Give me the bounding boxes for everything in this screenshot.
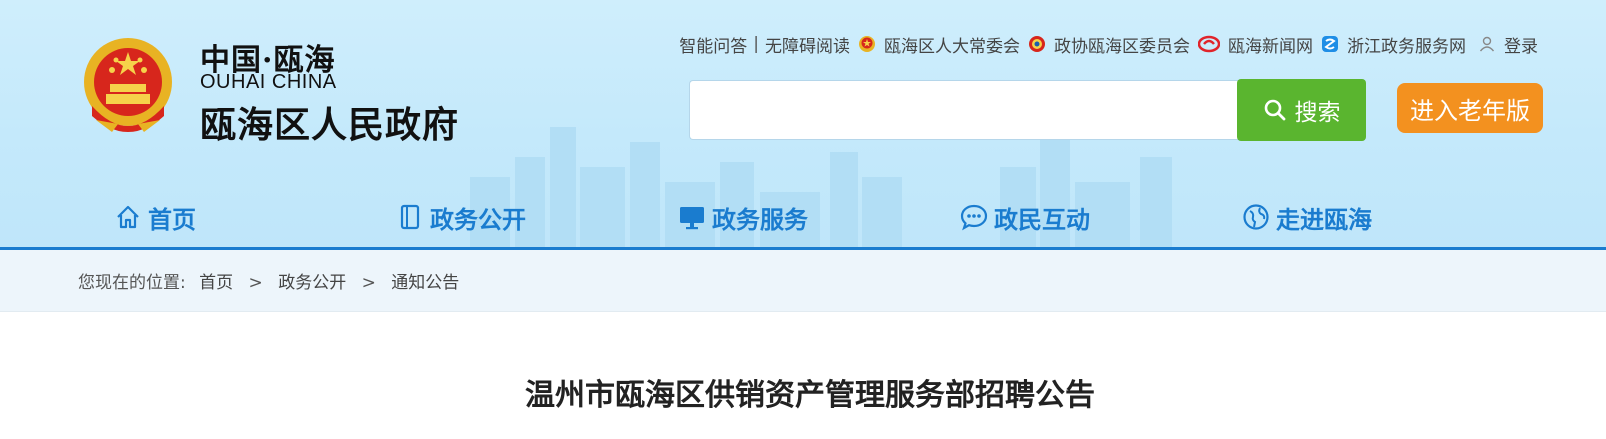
nav-home-label: 首页 xyxy=(148,205,196,234)
search-icon xyxy=(1264,99,1285,121)
search-button[interactable]: 搜索 xyxy=(1237,79,1366,141)
logo-english: OUHAI CHINA xyxy=(200,71,337,93)
breadcrumb-prefix: 您现在的位置: xyxy=(78,273,186,293)
nav-interaction[interactable]: 政民互动 xyxy=(960,200,1090,234)
breadcrumb-separator: > xyxy=(248,273,263,293)
user-icon xyxy=(1479,36,1495,52)
zj-service-logo-icon xyxy=(1322,36,1338,52)
search-input[interactable] xyxy=(689,80,1249,140)
accessible-reading-link[interactable]: 无障碍阅读 xyxy=(765,32,850,57)
chat-icon xyxy=(960,204,988,231)
zj-service-link[interactable]: 浙江政务服务网 xyxy=(1347,32,1466,57)
nav-gov-affairs-label: 政务公开 xyxy=(430,205,526,234)
article-title: 温州市瓯海区供销资产管理服务部招聘公告 xyxy=(525,378,1095,413)
monitor-icon xyxy=(680,207,704,230)
login-link[interactable]: 登录 xyxy=(1504,32,1538,57)
npc-link[interactable]: 瓯海区人大常委会 xyxy=(884,32,1020,57)
national-emblem-icon xyxy=(84,38,172,132)
nav-home[interactable]: 首页 xyxy=(114,200,196,234)
nav-interaction-label: 政民互动 xyxy=(994,205,1090,234)
nav-gov-services[interactable]: 政务服务 xyxy=(678,200,808,234)
cppcc-link[interactable]: 政协瓯海区委员会 xyxy=(1054,32,1190,57)
link-separator: | xyxy=(753,34,759,54)
nav-gov-services-label: 政务服务 xyxy=(712,205,808,234)
search-button-label: 搜索 xyxy=(1294,100,1341,126)
breadcrumb: 您现在的位置: 首页 > 政务公开 > 通知公告 xyxy=(0,250,1606,312)
news-site-link[interactable]: 瓯海新闻网 xyxy=(1228,32,1313,57)
top-links-bar: 智能问答 | 无障碍阅读 瓯海区人大常委会 政协瓯海区委员会 瓯海新闻网 浙江政… xyxy=(679,32,1538,57)
breadcrumb-separator: > xyxy=(361,273,376,293)
nav-gov-affairs[interactable]: 政务公开 xyxy=(396,200,526,234)
document-icon xyxy=(400,204,420,230)
logo-title: 瓯海区人民政府 xyxy=(200,105,460,146)
npc-emblem-icon xyxy=(859,36,875,52)
site-header: 中国·瓯海 OUHAI CHINA 瓯海区人民政府 智能问答 | 无障碍阅读 瓯… xyxy=(0,0,1606,250)
nav-about-ouhai-label: 走进瓯海 xyxy=(1276,205,1372,234)
news-logo-icon xyxy=(1198,35,1220,53)
breadcrumb-notices[interactable]: 通知公告 xyxy=(391,273,459,293)
breadcrumb-home[interactable]: 首页 xyxy=(199,273,233,293)
home-icon xyxy=(117,205,139,229)
globe-icon xyxy=(1243,204,1269,230)
smart-qa-link[interactable]: 智能问答 xyxy=(679,32,747,57)
elder-mode-button[interactable]: 进入老年版 xyxy=(1397,83,1543,133)
breadcrumb-gov-affairs[interactable]: 政务公开 xyxy=(278,273,346,293)
nav-about-ouhai[interactable]: 走进瓯海 xyxy=(1242,200,1372,234)
cppcc-emblem-icon xyxy=(1029,36,1045,52)
